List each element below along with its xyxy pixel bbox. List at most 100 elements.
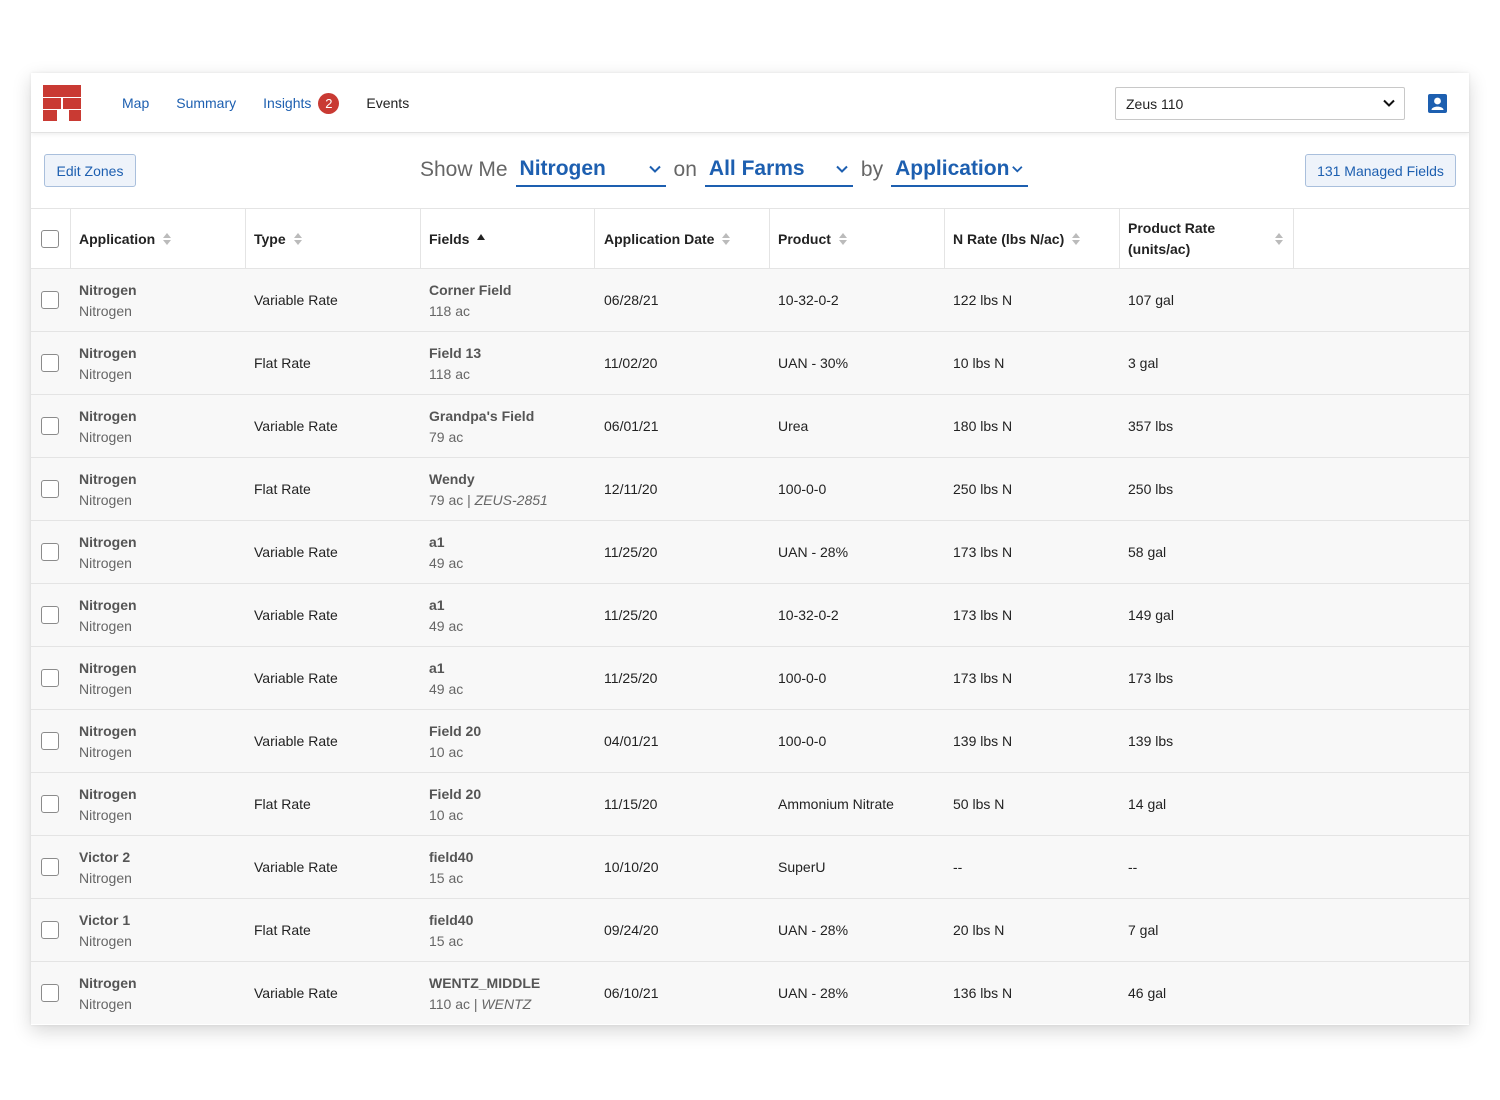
row-checkbox[interactable] [41,732,59,750]
cell-application: Nitrogen Nitrogen [79,584,137,646]
cell-product-rate: 107 gal [1128,292,1174,308]
application-name: Nitrogen [79,722,137,739]
cell-field: field40 15 ac [429,836,473,898]
row-checkbox[interactable] [41,669,59,687]
field-name[interactable]: Corner Field [429,282,511,298]
table-row[interactable]: Victor 2 Nitrogen Variable Rate field40 15 a… [31,835,1469,898]
column-header-product-rate[interactable]: Product Rate (units/ac) [1128,209,1283,268]
column-header-date[interactable]: Application Date [604,209,731,268]
row-checkbox[interactable] [41,354,59,372]
table-row[interactable]: Nitrogen Nitrogen Flat Rate Wendy 79 ac | ZE… [31,457,1469,520]
column-header-product[interactable]: Product [778,209,847,268]
field-name[interactable]: a1 [429,534,463,550]
cell-application-date: 11/25/20 [604,544,658,560]
column-divider [420,209,421,268]
row-checkbox[interactable] [41,417,59,435]
column-header-type[interactable]: Type [254,209,302,268]
cell-product-rate: 149 gal [1128,607,1174,623]
user-account-icon[interactable] [1428,94,1447,113]
column-header-label: Product [778,230,831,247]
table-row[interactable]: Nitrogen Nitrogen Flat Rate Field 20 10 ac 11… [31,772,1469,835]
row-checkbox[interactable] [41,291,59,309]
column-header-n-rate[interactable]: N Rate (lbs N/ac) [953,209,1081,268]
sort-icon [1275,232,1283,245]
field-farm-tag: ZEUS-2851 [474,491,548,508]
field-acres: 10 ac [429,743,464,760]
cell-product: Ammonium Nitrate [778,796,894,812]
cell-type: Variable Rate [254,670,338,686]
column-divider [70,209,71,268]
row-checkbox[interactable] [41,795,59,813]
column-header-fields[interactable]: Fields [429,209,486,268]
row-checkbox[interactable] [41,606,59,624]
field-name[interactable]: field40 [429,849,473,865]
cell-product: UAN - 28% [778,985,849,1001]
application-nutrient: Nitrogen [79,995,132,1012]
table-row[interactable]: Nitrogen Nitrogen Flat Rate Field 13 118 ac 1… [31,331,1469,394]
managed-fields-button[interactable]: 131 Managed Fields [1305,154,1456,187]
top-nav: Map Summary Insights 2 Events Zeus 110 [31,73,1469,133]
cell-product-rate: 46 gal [1128,985,1167,1001]
cell-product: Urea [778,418,809,434]
row-checkbox[interactable] [41,480,59,498]
field-acres: 110 ac [429,995,470,1012]
column-divider [1119,209,1120,268]
nutrient-dropdown[interactable]: Nitrogen [515,153,666,187]
row-checkbox[interactable] [41,858,59,876]
edit-zones-button[interactable]: Edit Zones [44,154,136,187]
field-name[interactable]: field40 [429,912,473,928]
field-name[interactable]: Grandpa's Field [429,408,534,424]
table-row[interactable]: Nitrogen Nitrogen Variable Rate WENTZ_MIDDL… [31,961,1469,1024]
application-nutrient: Nitrogen [79,680,132,697]
table-row[interactable]: Nitrogen Nitrogen Variable Rate a1 49 ac 11/2… [31,520,1469,583]
table-row[interactable]: Nitrogen Nitrogen Variable Rate a1 49 ac 11/2… [31,583,1469,646]
cell-application-date: 09/24/20 [604,922,659,938]
application-nutrient: Nitrogen [79,491,132,508]
table-row[interactable]: Nitrogen Nitrogen Variable Rate Field 20 10 … [31,709,1469,772]
cell-n-rate: 122 lbs N [953,292,1013,308]
field-name[interactable]: Wendy [429,471,548,487]
cell-product: SuperU [778,859,826,875]
table-row[interactable]: Victor 1 Nitrogen Flat Rate field40 15 ac 09/… [31,898,1469,961]
column-divider [944,209,945,268]
cell-application: Victor 2 Nitrogen [79,836,132,898]
column-header-application[interactable]: Application [79,209,172,268]
nav-events[interactable]: Events [366,95,409,111]
select-all-checkbox[interactable] [41,229,59,248]
table-row[interactable]: Nitrogen Nitrogen Variable Rate Grandpa's F… [31,394,1469,457]
field-name[interactable]: Field 20 [429,786,481,802]
table-row[interactable]: Nitrogen Nitrogen Variable Rate Corner Fiel… [31,268,1469,331]
organization-select[interactable]: Zeus 110 [1115,87,1405,120]
cell-field: field40 15 ac [429,899,473,961]
nav-insights[interactable]: Insights 2 [263,92,340,114]
field-name[interactable]: a1 [429,660,463,676]
application-nutrient: Nitrogen [79,302,132,319]
cell-application-date: 11/25/20 [604,607,658,623]
field-name[interactable]: a1 [429,597,463,613]
column-header-label: Application [79,230,156,247]
brand-logo[interactable] [43,85,81,121]
cell-type: Flat Rate [254,796,311,812]
application-nutrient: Nitrogen [79,806,132,823]
farms-dropdown[interactable]: All Farms [704,153,853,187]
field-name[interactable]: WENTZ_MIDDLE [429,975,540,991]
cell-field: Field 20 10 ac [429,710,481,772]
field-name[interactable]: Field 13 [429,345,481,361]
nav-links: Map Summary Insights 2 Events [122,73,436,133]
application-name: Nitrogen [79,407,137,424]
row-checkbox[interactable] [41,984,59,1002]
row-checkbox[interactable] [41,921,59,939]
row-checkbox[interactable] [41,543,59,561]
field-acres: 118 ac [429,302,470,319]
field-name[interactable]: Field 20 [429,723,481,739]
field-details: 49 ac [429,681,463,697]
application-nutrient: Nitrogen [79,428,132,445]
group-by-dropdown[interactable]: Application [891,153,1029,187]
cell-n-rate: 10 lbs N [953,355,1005,371]
nav-map[interactable]: Map [122,95,149,111]
sort-icon [838,232,847,245]
nav-summary[interactable]: Summary [176,95,236,111]
cell-product: UAN - 28% [778,544,849,560]
application-name: Nitrogen [79,659,137,676]
table-row[interactable]: Nitrogen Nitrogen Variable Rate a1 49 ac 11/2… [31,646,1469,709]
